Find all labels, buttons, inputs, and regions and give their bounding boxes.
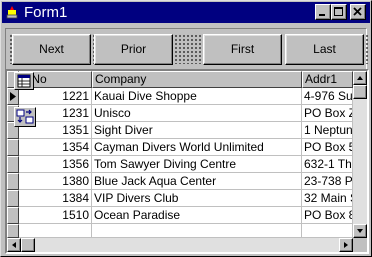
customer-grid[interactable]: stNo Company Addr1 1221 Kauai Dive Shopp… [5, 69, 369, 254]
cell-company[interactable]: Blue Jack Aqua Center [92, 173, 302, 190]
close-button[interactable] [350, 4, 366, 20]
cell-custno[interactable]: 1356 [19, 156, 92, 173]
cell-company[interactable]: Ocean Paradise [92, 207, 302, 224]
cell-addr1[interactable]: 23-738 Paddington Lane [302, 173, 353, 190]
scrollbar-corner [353, 238, 367, 252]
minimize-icon [319, 14, 325, 16]
row-indicator[interactable] [7, 224, 19, 238]
close-icon [353, 7, 362, 16]
cell-empty[interactable] [302, 224, 353, 238]
title-bar[interactable]: Form1 [2, 2, 370, 23]
datasource-component-icon[interactable] [14, 107, 36, 127]
vertical-scroll-thumb[interactable] [353, 85, 367, 99]
delphi-app-icon [6, 6, 18, 19]
cell-company[interactable]: Tom Sawyer Diving Centre [92, 156, 302, 173]
maximize-button[interactable] [331, 4, 347, 20]
scroll-down-button[interactable] [353, 224, 367, 238]
next-button[interactable]: Next [12, 34, 91, 65]
cell-company[interactable]: Sight Diver [92, 122, 302, 139]
column-header-addr1[interactable]: Addr1 [302, 71, 353, 88]
horizontal-scroll-thumb[interactable] [21, 238, 35, 252]
cell-company[interactable]: Kauai Dive Shoppe [92, 88, 302, 105]
row-indicator[interactable] [7, 139, 19, 156]
arrow-right-icon [344, 242, 348, 248]
prior-button[interactable]: Prior [94, 34, 173, 65]
cell-addr1[interactable]: PO Box 8745 [302, 207, 353, 224]
cell-company[interactable]: VIP Divers Club [92, 190, 302, 207]
first-button[interactable]: First [203, 34, 282, 65]
window-title: Form1 [24, 4, 68, 21]
main-window: Form1 Next Prior First Last stNo Company… [0, 0, 372, 257]
cell-company[interactable]: Unisco [92, 105, 302, 122]
scroll-up-button[interactable] [353, 71, 367, 85]
cell-custno[interactable]: 1384 [19, 190, 92, 207]
cell-company[interactable]: Cayman Divers World Unlimited [92, 139, 302, 156]
grip-dots [174, 34, 204, 64]
cell-addr1[interactable]: 632-1 Third Frydenhoj [302, 156, 353, 173]
scroll-left-button[interactable] [7, 238, 21, 252]
table-component-icon[interactable] [14, 72, 34, 90]
arrow-down-icon [357, 229, 363, 233]
column-header-company[interactable]: Company [92, 71, 302, 88]
cell-empty[interactable] [19, 224, 92, 238]
cell-custno[interactable]: 1510 [19, 207, 92, 224]
cell-addr1[interactable]: PO Box 541 [302, 139, 353, 156]
cell-custno[interactable]: 1354 [19, 139, 92, 156]
maximize-icon [334, 7, 343, 16]
vertical-scrollbar[interactable] [353, 71, 367, 238]
scroll-right-button[interactable] [339, 238, 353, 252]
cell-addr1[interactable]: 1 Neptune Lane [302, 122, 353, 139]
cell-empty[interactable] [92, 224, 302, 238]
grip-dots [365, 34, 369, 64]
arrow-left-icon [12, 242, 16, 248]
row-indicator[interactable] [7, 156, 19, 173]
current-row-arrow-icon [10, 92, 16, 101]
row-indicator[interactable] [7, 207, 19, 224]
last-button[interactable]: Last [285, 34, 364, 65]
horizontal-scrollbar[interactable] [7, 238, 353, 252]
datasource-icon [16, 109, 34, 124]
cell-addr1[interactable]: PO Box Z-547 [302, 105, 353, 122]
cell-addr1[interactable]: 32 Main St. [302, 190, 353, 207]
arrow-up-icon [357, 76, 363, 80]
row-indicator[interactable] [7, 173, 19, 190]
cell-addr1[interactable]: 4-976 Sugarloaf Hwy [302, 88, 353, 105]
row-indicator[interactable] [7, 190, 19, 207]
minimize-button[interactable] [315, 4, 331, 20]
table-icon [17, 74, 31, 88]
cell-custno[interactable]: 1380 [19, 173, 92, 190]
